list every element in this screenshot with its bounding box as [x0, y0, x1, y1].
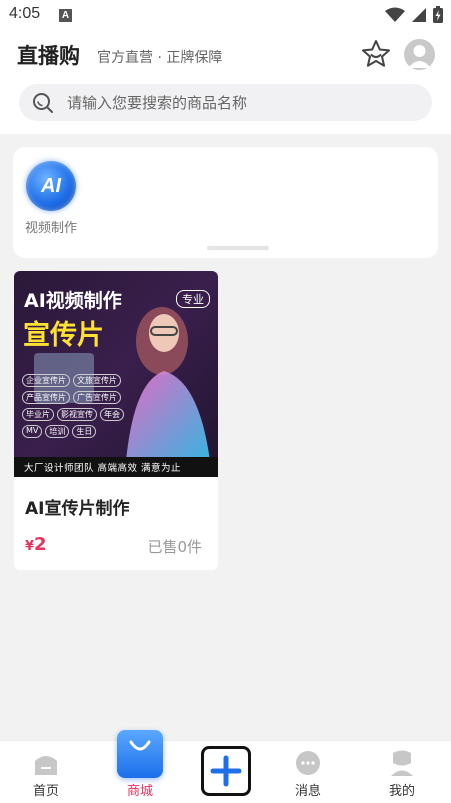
nav-profile[interactable]: 我的: [372, 741, 432, 803]
image-tag: MV: [22, 425, 43, 438]
product-price: ¥2: [25, 534, 47, 555]
price-symbol: ¥: [25, 539, 35, 554]
ai-icon: AI: [26, 161, 76, 211]
status-icons: [385, 6, 443, 23]
image-footer-text: 大厂设计师团队 高端高效 满意为止: [24, 463, 182, 474]
wifi-icon: [385, 7, 405, 22]
nav-mall-label: 商城: [126, 784, 153, 799]
page-subtitle: 官方直营 · 正牌保障: [97, 50, 223, 66]
message-icon: [296, 751, 320, 775]
image-tag: 影视宣传: [57, 408, 97, 421]
image-headline: AI视频制作: [24, 290, 122, 312]
image-tag: 毕业片: [22, 408, 54, 421]
status-time: 4:05: [9, 5, 41, 22]
image-tag: 生日: [72, 425, 97, 438]
image-big-text: 宣传片: [23, 320, 104, 351]
status-bar: 4:05 A: [0, 0, 451, 30]
signal-icon: [412, 7, 426, 22]
shopping-bag-glyph: [129, 740, 151, 751]
image-tag: 企业宣传片: [22, 374, 70, 387]
search-bar[interactable]: [19, 84, 432, 121]
image-tag: 年会: [100, 408, 124, 421]
category-item-video[interactable]: AI 视频制作: [23, 161, 79, 236]
nav-home-label: 首页: [32, 784, 59, 799]
nav-home[interactable]: 首页: [16, 741, 76, 803]
battery-icon: [433, 6, 443, 23]
user-icon: [391, 750, 413, 776]
image-tag: 文旅宣传片: [73, 374, 121, 387]
category-card: AI 视频制作: [13, 147, 438, 258]
product-image: AI视频制作 宣传片 专业 企业宣传片 文旅宣传片 产品宣传片 广告宣传片 毕业…: [14, 271, 218, 477]
product-card[interactable]: AI视频制作 宣传片 专业 企业宣传片 文旅宣传片 产品宣传片 广告宣传片 毕业…: [14, 271, 218, 570]
scroll-indicator: [207, 246, 269, 250]
price-value: 2: [34, 534, 47, 555]
nav-messages[interactable]: 消息: [278, 741, 338, 803]
user-avatar-icon: [408, 45, 431, 68]
create-post-button[interactable]: [201, 746, 251, 796]
search-input[interactable]: [67, 84, 417, 121]
image-tags: 企业宣传片 文旅宣传片 产品宣传片 广告宣传片 毕业片 影视宣传 年会 MV 培…: [22, 374, 142, 438]
image-tag: 培训: [45, 425, 70, 438]
notification-icon: A: [59, 9, 72, 22]
plus-icon: [210, 755, 242, 787]
sold-count: 已售0件: [147, 538, 202, 556]
header: 直播购 官方直营 · 正牌保障: [0, 30, 451, 134]
shopping-bag-icon[interactable]: [117, 730, 163, 778]
home-icon: [35, 756, 57, 775]
figure-face: [149, 314, 179, 352]
image-tag: 广告宣传片: [73, 391, 121, 404]
nav-profile-label: 我的: [388, 784, 415, 799]
search-icon: [33, 93, 53, 113]
product-name: AI宣传片制作: [25, 499, 130, 519]
nav-messages-label: 消息: [294, 784, 321, 799]
category-label: 视频制作: [24, 221, 77, 236]
image-tag: 产品宣传片: [22, 391, 70, 404]
favorite-star-icon[interactable]: [360, 38, 392, 70]
image-badge: 专业: [176, 290, 210, 308]
page-title: 直播购: [17, 44, 80, 68]
avatar[interactable]: [404, 39, 435, 70]
